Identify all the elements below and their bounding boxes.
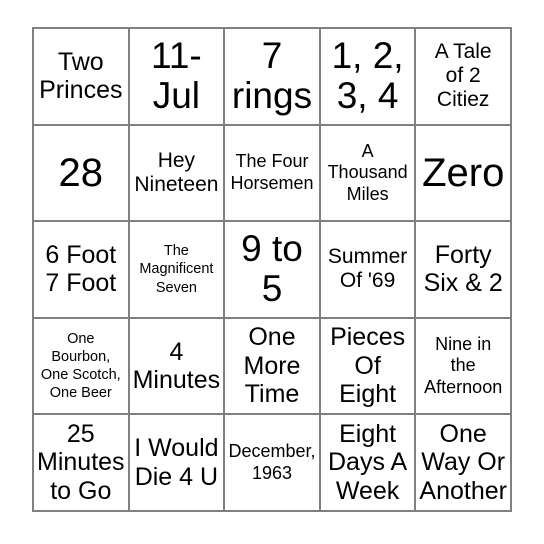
bingo-cell-r4c4[interactable]: Pieces Of Eight — [320, 318, 417, 416]
bingo-cell-label: One Bourbon, One Scotch, One Beer — [40, 330, 121, 402]
bingo-cell-r2c1[interactable]: 28 — [34, 125, 130, 223]
bingo-cell-label: 6 Foot 7 Foot — [45, 240, 117, 298]
bingo-cell-r5c5[interactable]: One Way Or Another — [416, 415, 512, 512]
bingo-cell-label: One Way Or Another — [419, 419, 507, 505]
bingo-cell-label: 9 to 5 — [241, 227, 303, 310]
bingo-cell-label: Eight Days A Week — [327, 419, 408, 505]
bingo-cell-r4c2[interactable]: 4 Minutes — [129, 318, 226, 416]
bingo-cell-label: 28 — [58, 150, 104, 195]
bingo-cell-r3c4[interactable]: Summer Of '69 — [320, 222, 417, 319]
bingo-cell-label: Pieces Of Eight — [330, 323, 406, 409]
bingo-cell-label: The Magnificent Seven — [139, 243, 214, 296]
bingo-cell-r3c3[interactable]: 9 to 5 — [225, 222, 321, 319]
bingo-cell-label: Zero — [422, 150, 505, 195]
bingo-cell-r5c2[interactable]: I Would Die 4 U — [129, 415, 226, 512]
bingo-cell-r4c1[interactable]: One Bourbon, One Scotch, One Beer — [34, 318, 130, 416]
bingo-cell-label: 1, 2, 3, 4 — [331, 34, 404, 117]
bingo-cell-r3c5[interactable]: Forty Six & 2 — [416, 222, 512, 319]
bingo-cell-r3c2[interactable]: The Magnificent Seven — [129, 222, 226, 319]
bingo-cell-label: A Thousand Miles — [327, 140, 408, 204]
bingo-cell-r1c4[interactable]: 1, 2, 3, 4 — [320, 29, 417, 126]
bingo-cell-label: 25 Minutes to Go — [37, 419, 125, 505]
bingo-cell-r1c5[interactable]: A Tale of 2 Citiez — [416, 29, 512, 126]
bingo-cell-label: 11- Jul — [151, 34, 202, 117]
bingo-cell-r1c1[interactable]: Two Princes — [34, 29, 130, 126]
bingo-cell-r2c4[interactable]: A Thousand Miles — [320, 125, 417, 223]
bingo-cell-label: Forty Six & 2 — [423, 240, 503, 298]
bingo-cell-label: December, 1963 — [228, 441, 316, 483]
bingo-cell-r4c5[interactable]: Nine in the Afternoon — [416, 318, 512, 416]
bingo-cell-r4c3[interactable]: One More Time — [225, 318, 321, 416]
bingo-cell-r3c1[interactable]: 6 Foot 7 Foot — [34, 222, 130, 319]
bingo-cell-label: A Tale of 2 Citiez — [434, 39, 492, 112]
bingo-cell-label: 7 rings — [231, 34, 313, 117]
bingo-cell-label: 4 Minutes — [132, 337, 221, 395]
bingo-cell-r5c4[interactable]: Eight Days A Week — [320, 415, 417, 512]
bingo-cell-label: One More Time — [243, 323, 301, 409]
bingo-cell-r1c2[interactable]: 11- Jul — [129, 29, 226, 126]
bingo-cell-r2c5[interactable]: Zero — [416, 125, 512, 223]
bingo-cell-label: Hey Nineteen — [134, 148, 219, 196]
bingo-cell-label: Two Princes — [39, 47, 123, 105]
bingo-cell-r2c2[interactable]: Hey Nineteen — [129, 125, 226, 223]
bingo-cell-label: Summer Of '69 — [327, 245, 408, 293]
bingo-card-grid: Two Princes 11- Jul 7 rings 1, 2, 3, 4 A Tal… — [32, 27, 512, 512]
bingo-cell-r2c3[interactable]: The Four Horsemen — [225, 125, 321, 223]
bingo-cell-r5c1[interactable]: 25 Minutes to Go — [34, 415, 130, 512]
bingo-cell-label: I Would Die 4 U — [134, 434, 219, 491]
bingo-cell-label: The Four Horsemen — [230, 151, 314, 193]
bingo-cell-r1c3[interactable]: 7 rings — [225, 29, 321, 126]
bingo-cell-label: Nine in the Afternoon — [424, 333, 503, 397]
bingo-cell-r5c3[interactable]: December, 1963 — [225, 415, 321, 512]
